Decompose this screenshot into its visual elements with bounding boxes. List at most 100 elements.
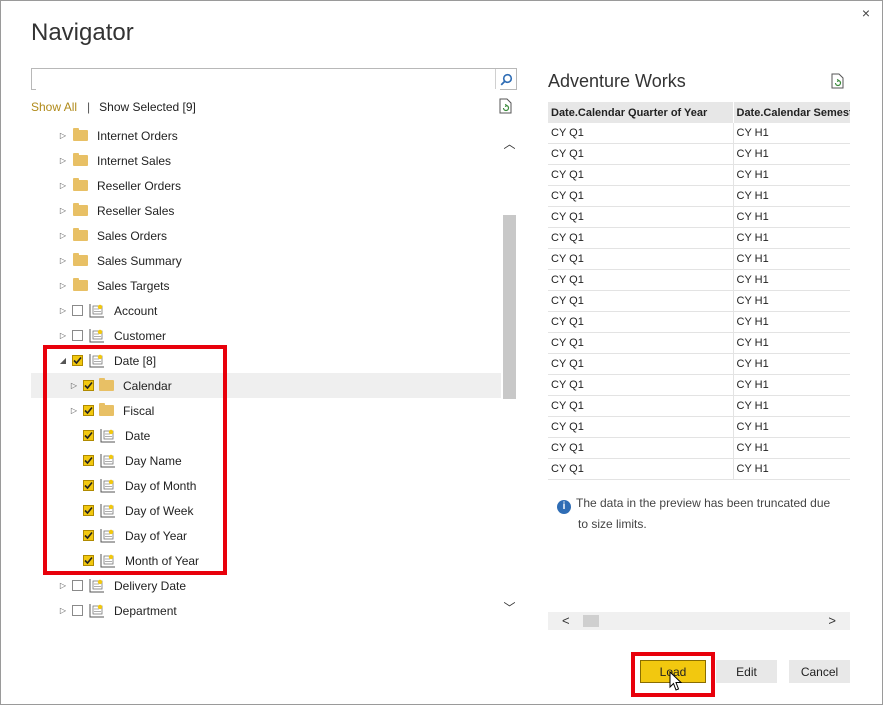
folder-icon [73,178,88,191]
tree-item[interactable]: Day of Week [31,498,501,523]
truncation-note: i The data in the preview has been trunca… [557,493,847,534]
tree-item[interactable]: ▷ Customer [31,323,501,348]
scroll-down-icon[interactable]: ﹀ [501,599,518,616]
search-input[interactable] [36,70,500,90]
attribute-icon [100,479,115,493]
edit-button[interactable]: Edit [716,660,777,683]
tree-item[interactable]: ▷ Calendar [31,373,501,398]
tree-item[interactable]: ▷ Sales Summary [31,248,501,273]
cancel-button[interactable]: Cancel [789,660,850,683]
table-cell: CY H1 [733,437,850,459]
tree-item[interactable]: ▷ Sales Orders [31,223,501,248]
tree-item[interactable]: Month of Year [31,548,501,573]
expand-arrow-icon[interactable]: ▷ [58,231,68,240]
tree-item[interactable]: ◢ Date [8] [31,348,501,373]
tree-item[interactable]: ▷ Reseller Sales [31,198,501,223]
tree-item-label: Sales Targets [97,278,170,293]
table-row: CY Q1 CY H1 [548,185,850,207]
filter-links: Show All | Show Selected [9] [31,100,196,114]
expand-arrow-icon[interactable]: ▷ [58,256,68,265]
table-row: CY Q1 CY H1 [548,143,850,165]
tree-item[interactable]: Day Name [31,448,501,473]
tree-item-label: Date [8] [114,353,157,368]
tree-item[interactable]: ▷ Delivery Date [31,573,501,598]
tree-item-checkbox[interactable] [83,505,94,516]
tree-item-label: Day of Year [125,528,188,543]
scroll-thumb[interactable] [503,215,516,399]
tree-item-checkbox[interactable] [72,580,83,591]
tree-item-label: Month of Year [125,553,200,568]
tree-item[interactable]: ▷ Fiscal [31,398,501,423]
table-cell: CY Q1 [548,185,734,207]
close-button[interactable]: × [862,5,870,21]
table-row: CY Q1 CY H1 [548,437,850,459]
tree-vertical-scrollbar[interactable]: ︿ ﹀ [501,129,518,631]
folder-icon [73,128,88,141]
table-cell: CY Q1 [548,227,734,249]
tree-item[interactable]: ▷ Reseller Orders [31,173,501,198]
expand-arrow-icon[interactable]: ▷ [69,381,79,390]
tree-item[interactable]: Day of Year [31,523,501,548]
tree-item-checkbox[interactable] [83,405,94,416]
tree-item-checkbox[interactable] [83,380,94,391]
tree-item[interactable]: ▷ Account [31,298,501,323]
tree-item-checkbox[interactable] [83,455,94,466]
expand-arrow-icon[interactable]: ▷ [58,606,68,615]
show-all-link[interactable]: Show All [31,100,77,114]
table-cell: CY H1 [733,185,850,207]
scroll-thumb[interactable] [583,615,599,627]
refresh-icon [831,73,844,89]
search-button[interactable] [495,69,516,89]
table-row: CY Q1 CY H1 [548,123,850,144]
preview-title: Adventure Works [548,71,686,91]
attribute-icon [100,554,115,568]
tree-item-label: Sales Summary [97,253,182,268]
expand-arrow-icon[interactable]: ▷ [58,581,68,590]
scroll-right-icon[interactable]: > [828,613,836,628]
tree-item[interactable]: ▷ Sales Targets [31,273,501,298]
refresh-tree-button[interactable] [499,98,513,119]
column-header[interactable]: Date.Calendar Quarter of Year [548,102,734,123]
dialog-title: Navigator [31,19,134,46]
table-cell: CY H1 [733,290,850,312]
preview-horizontal-scrollbar[interactable]: < > [548,612,850,630]
tree-item-checkbox[interactable] [72,305,83,316]
attribute-icon [100,429,115,443]
refresh-preview-button[interactable] [831,73,845,94]
collapse-arrow-icon[interactable]: ◢ [58,356,68,365]
expand-arrow-icon[interactable]: ▷ [58,281,68,290]
expand-arrow-icon[interactable]: ▷ [58,206,68,215]
expand-arrow-icon[interactable]: ▷ [69,406,79,415]
tree-item[interactable]: ▷ Internet Sales [31,148,501,173]
folder-icon [99,378,114,391]
tree-item[interactable]: Day of Month [31,473,501,498]
tree-item-checkbox[interactable] [83,555,94,566]
tree-item-checkbox[interactable] [72,355,83,366]
table-cell: CY Q1 [548,248,734,270]
tree-item-checkbox[interactable] [72,330,83,341]
info-icon: i [557,500,571,514]
expand-arrow-icon[interactable]: ▷ [58,331,68,340]
table-cell: CY H1 [733,123,850,144]
expand-arrow-icon[interactable]: ▷ [58,156,68,165]
folder-icon [73,278,88,291]
tree-item-checkbox[interactable] [72,605,83,616]
table-row: CY Q1 CY H1 [548,311,850,333]
scroll-left-icon[interactable]: < [562,613,570,628]
tree-item[interactable]: Date [31,423,501,448]
tree-item[interactable]: ▷ Department [31,598,501,623]
table-cell: CY Q1 [548,311,734,333]
tree-item-checkbox[interactable] [83,530,94,541]
show-selected-link[interactable]: Show Selected [9] [99,100,196,114]
note-line-1: The data in the preview has been truncat… [576,496,831,510]
tree-item[interactable]: ▷ Internet Orders [31,123,501,148]
scroll-up-icon[interactable]: ︿ [501,135,518,152]
table-cell: CY H1 [733,143,850,165]
note-line-2: to size limits. [578,517,647,531]
expand-arrow-icon[interactable]: ▷ [58,131,68,140]
tree-item-checkbox[interactable] [83,480,94,491]
tree-item-checkbox[interactable] [83,430,94,441]
expand-arrow-icon[interactable]: ▷ [58,306,68,315]
expand-arrow-icon[interactable]: ▷ [58,181,68,190]
column-header[interactable]: Date.Calendar Semester [733,102,850,123]
